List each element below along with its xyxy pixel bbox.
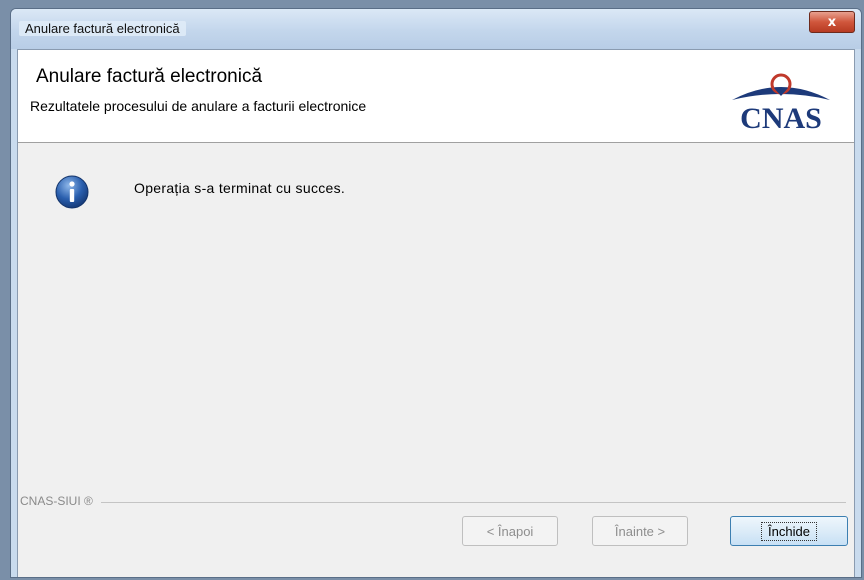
close-button-label: Închide [761,521,817,541]
logo-text: CNAS [740,102,822,135]
page-title: Anulare factură electronică [36,66,263,87]
close-window-button[interactable]: x [809,11,855,33]
footer-divider [20,502,846,503]
close-icon: x [827,14,837,30]
back-button[interactable]: < Înapoi [462,516,558,546]
footer-brand: CNAS-SIUI ® [20,494,101,508]
dialog-window: Anulare factură electronică x Anulare fa… [10,8,862,578]
title-bar[interactable]: Anulare factură electronică x [11,9,861,49]
info-icon [55,175,89,209]
status-message: Operația s-a terminat cu succes. [134,180,346,196]
cnas-logo: CNAS [732,73,830,135]
close-button[interactable]: Închide [730,516,848,546]
dialog-client-area: Anulare factură electronică Rezultatele … [17,49,855,577]
next-button[interactable]: Înainte > [592,516,688,546]
window-title: Anulare factură electronică [19,21,186,36]
wizard-header: Anulare factură electronică Rezultatele … [18,50,854,143]
page-subtitle: Rezultatele procesului de anulare a fact… [30,98,367,114]
